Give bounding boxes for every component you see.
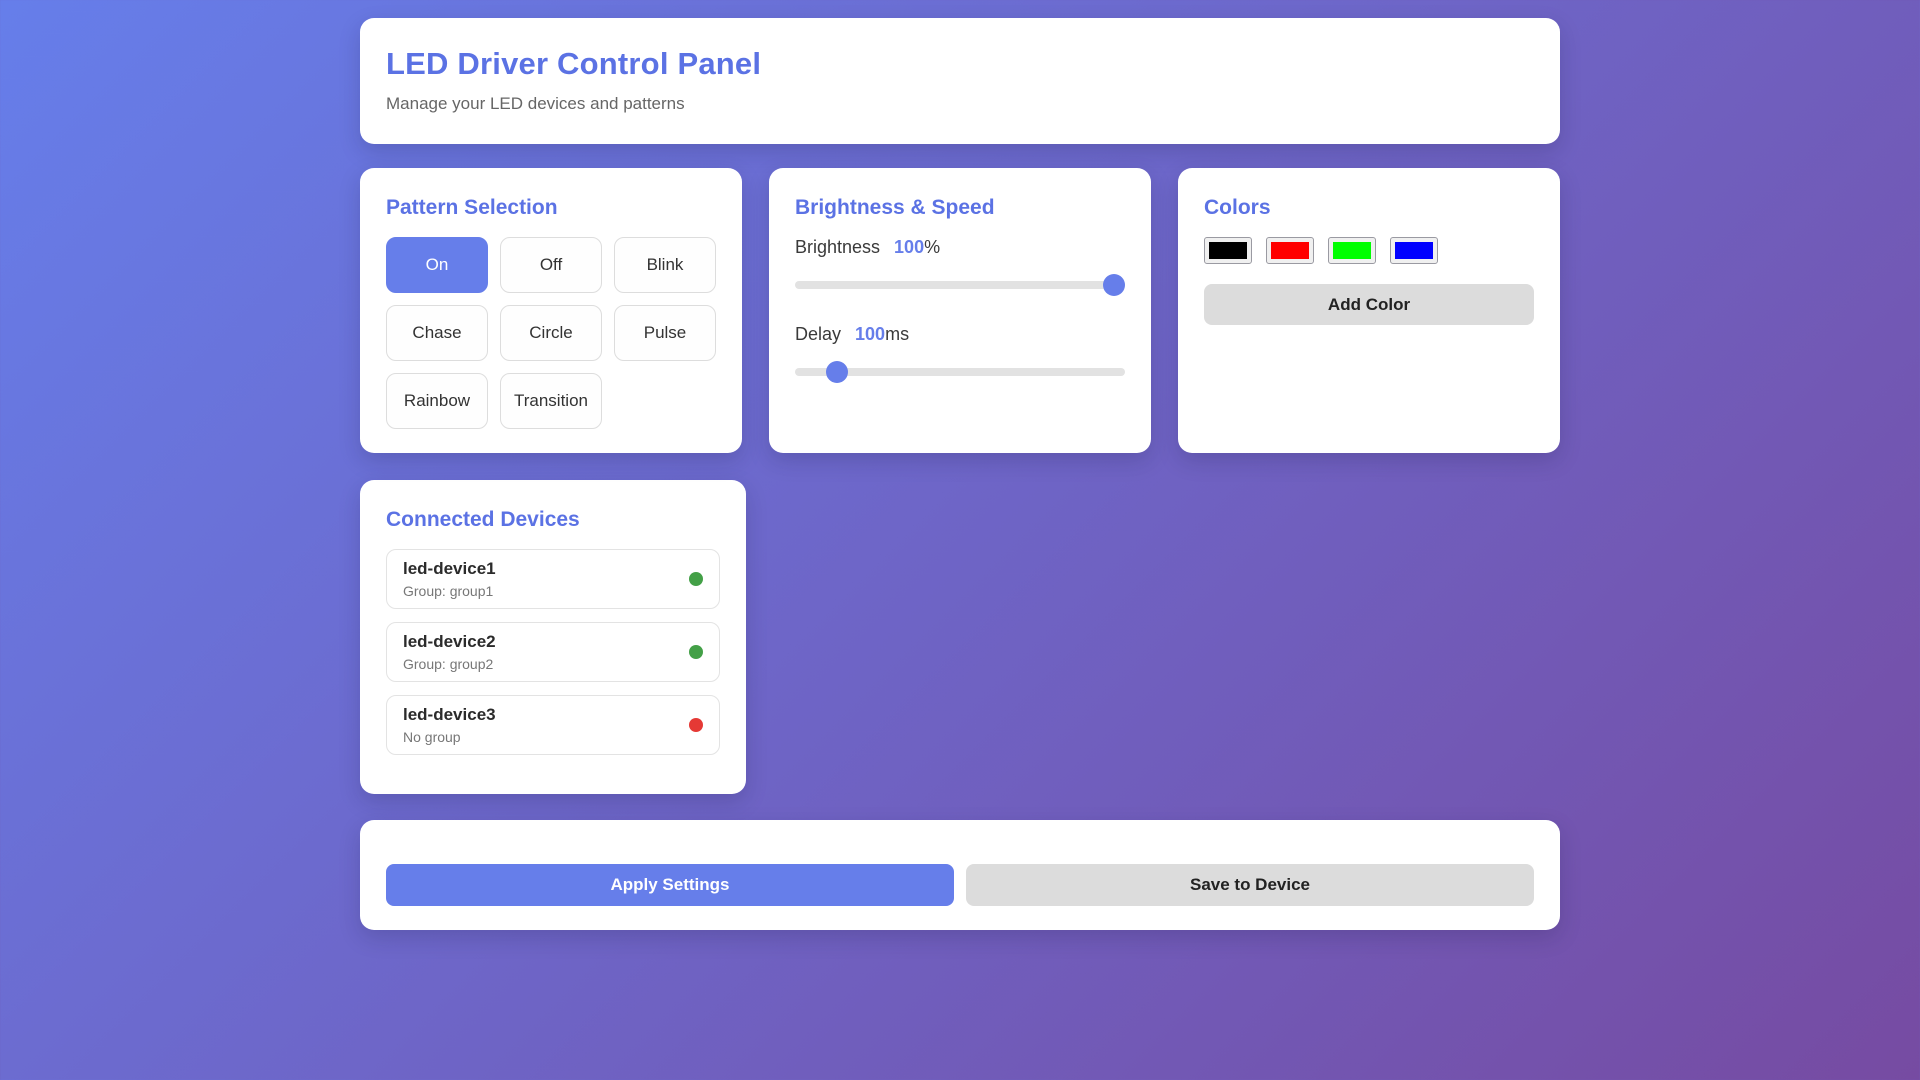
delay-unit: ms (885, 324, 909, 344)
delay-label-row: Delay 100ms (795, 324, 1125, 345)
pattern-section-title: Pattern Selection (386, 196, 716, 220)
device-group-label: No group (403, 729, 496, 745)
brightness-slider[interactable] (795, 274, 1125, 296)
delay-slider-thumb[interactable] (826, 361, 848, 383)
device-info: led-device2 Group: group2 (403, 632, 496, 672)
device-info: led-device1 Group: group1 (403, 559, 496, 599)
brightness-label-row: Brightness 100% (795, 237, 1125, 258)
delay-slider[interactable] (795, 361, 1125, 383)
color-swatch-fill-black (1209, 242, 1247, 259)
device-row-led-device1[interactable]: led-device1 Group: group1 (386, 549, 720, 609)
pattern-selection-card: Pattern Selection OnOffBlink ChaseCircleP… (360, 168, 742, 453)
pattern-button-circle[interactable]: Circle (500, 305, 602, 361)
status-dot-online (689, 645, 703, 659)
pattern-button-pulse[interactable]: Pulse (614, 305, 716, 361)
apply-settings-button[interactable]: Apply Settings (386, 864, 954, 906)
color-swatch-fill-blue (1395, 242, 1433, 259)
color-swatch-red[interactable] (1266, 237, 1314, 264)
devices-section-title: Connected Devices (386, 508, 720, 532)
color-swatch-blue[interactable] (1390, 237, 1438, 264)
brightness-speed-card: Brightness & Speed Brightness 100% Delay 1… (769, 168, 1151, 453)
pattern-button-transition[interactable]: Transition (500, 373, 602, 429)
pattern-grid: OnOffBlink ChaseCirclePulse RainbowTransit… (386, 237, 716, 429)
colors-card: Colors Add Color (1178, 168, 1560, 453)
device-group-label: Group: group1 (403, 583, 496, 599)
color-swatch-fill-green (1333, 242, 1371, 259)
page-title: LED Driver Control Panel (386, 46, 1534, 82)
pattern-button-rainbow[interactable]: Rainbow (386, 373, 488, 429)
pattern-button-on[interactable]: On (386, 237, 488, 293)
brightness-slider-track[interactable] (795, 281, 1125, 289)
header-card: LED Driver Control Panel Manage your LED… (360, 18, 1560, 144)
brightness-section-title: Brightness & Speed (795, 196, 1125, 220)
device-name: led-device1 (403, 559, 496, 579)
brightness-label: Brightness (795, 237, 880, 257)
page-subtitle: Manage your LED devices and patterns (386, 94, 1534, 114)
footer-actions-card: Apply Settings Save to Device (360, 820, 1560, 930)
color-swatch-row (1204, 237, 1534, 264)
brightness-value: 100 (894, 237, 924, 257)
status-dot-online (689, 572, 703, 586)
device-name: led-device3 (403, 705, 496, 725)
device-name: led-device2 (403, 632, 496, 652)
device-row-led-device2[interactable]: led-device2 Group: group2 (386, 622, 720, 682)
color-swatch-green[interactable] (1328, 237, 1376, 264)
save-to-device-button[interactable]: Save to Device (966, 864, 1534, 906)
color-swatch-black[interactable] (1204, 237, 1252, 264)
top-row: Pattern Selection OnOffBlink ChaseCircleP… (360, 168, 1560, 453)
color-swatch-fill-red (1271, 242, 1309, 259)
delay-label: Delay (795, 324, 841, 344)
pattern-button-chase[interactable]: Chase (386, 305, 488, 361)
device-list: led-device1 Group: group1 led-device2 Group… (386, 549, 720, 755)
device-info: led-device3 No group (403, 705, 496, 745)
page-container: LED Driver Control Panel Manage your LED… (360, 18, 1560, 930)
connected-devices-card: Connected Devices led-device1 Group: grou… (360, 480, 746, 794)
delay-group: Delay 100ms (795, 324, 1125, 383)
footer-actions: Apply Settings Save to Device (386, 864, 1534, 906)
pattern-button-blink[interactable]: Blink (614, 237, 716, 293)
device-row-led-device3[interactable]: led-device3 No group (386, 695, 720, 755)
colors-section-title: Colors (1204, 196, 1534, 220)
brightness-slider-thumb[interactable] (1103, 274, 1125, 296)
add-color-button[interactable]: Add Color (1204, 284, 1534, 325)
brightness-unit: % (924, 237, 940, 257)
status-dot-offline (689, 718, 703, 732)
pattern-button-off[interactable]: Off (500, 237, 602, 293)
delay-value: 100 (855, 324, 885, 344)
device-group-label: Group: group2 (403, 656, 496, 672)
brightness-group: Brightness 100% (795, 237, 1125, 296)
